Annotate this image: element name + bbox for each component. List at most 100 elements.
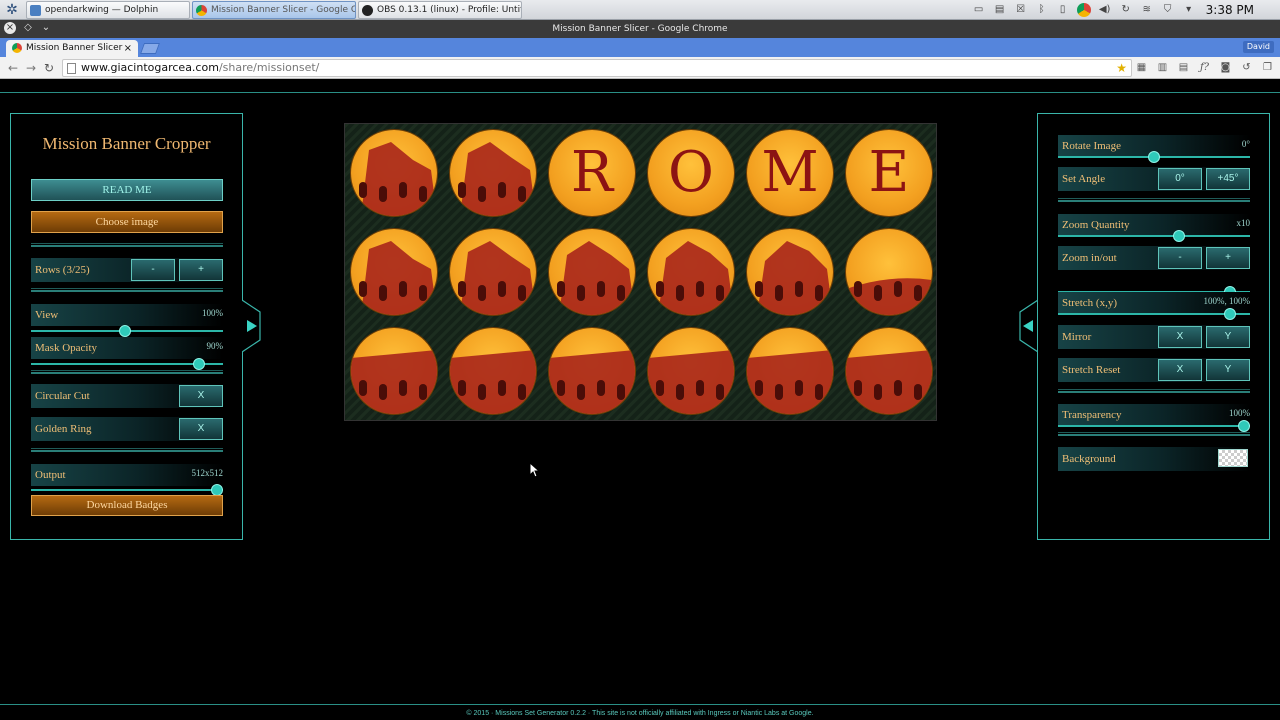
circular-cut-label: Circular Cut [35, 390, 90, 402]
rows-minus-button[interactable]: - [131, 259, 175, 281]
zoom-in-out-control: Zoom in/out - + [1058, 246, 1250, 270]
transparency-slider-knob[interactable] [1238, 420, 1250, 432]
zoom-in-out-label: Zoom in/out [1062, 252, 1117, 264]
golden-ring-control: Golden Ring X [31, 417, 223, 441]
task-dolphin[interactable]: opendarkwing — Dolphin [26, 1, 190, 19]
colosseum-image-icon [458, 241, 536, 315]
bluetooth-icon[interactable]: ᛒ [1035, 3, 1049, 17]
angle-0-button[interactable]: 0° [1158, 168, 1202, 190]
colosseum-image-icon [359, 142, 437, 216]
view-slider[interactable] [31, 325, 223, 337]
choose-image-button[interactable]: Choose image [31, 211, 223, 233]
extension-camera-icon[interactable]: ◙ [1218, 60, 1233, 75]
back-arrow-icon[interactable]: ← [6, 60, 20, 76]
left-control-panel: Mission Banner Cropper READ ME Choose im… [10, 113, 243, 540]
battery-icon[interactable]: ▯ [1056, 3, 1070, 17]
extension-font-icon[interactable]: ƒ? [1197, 60, 1212, 75]
mission-badge [747, 328, 833, 414]
mirror-control: Mirror X Y [1058, 325, 1250, 349]
zoom-out-button[interactable]: - [1158, 247, 1202, 269]
browser-toolbar: ← → ↻ www.giacintogarcea.com/share/missi… [0, 57, 1280, 79]
zoom-quantity-slider[interactable] [1058, 230, 1250, 242]
shield-icon[interactable]: ⛉ [1161, 3, 1175, 17]
read-me-button[interactable]: READ ME [31, 179, 223, 201]
stretch-reset-x-button[interactable]: X [1158, 359, 1202, 381]
colosseum-image-icon [351, 350, 437, 414]
extension-window-icon[interactable]: ❐ [1260, 60, 1275, 75]
wifi-icon[interactable]: ≋ [1140, 3, 1154, 17]
update-icon[interactable]: ↻ [1119, 3, 1133, 17]
transparency-value: 100% [1229, 408, 1250, 418]
browser-tab-active[interactable]: Mission Banner Slicer × [6, 40, 138, 57]
golden-ring-toggle[interactable]: X [179, 418, 223, 440]
stretch-y-slider-knob[interactable] [1223, 308, 1236, 320]
zoom-quantity-slider-knob[interactable] [1173, 230, 1186, 242]
transparency-slider-track [1058, 425, 1250, 427]
task-chrome[interactable]: Mission Banner Slicer - Google Cl [192, 1, 356, 19]
tab-close-icon[interactable]: × [124, 40, 132, 57]
mirror-y-button[interactable]: Y [1206, 326, 1250, 348]
mask-opacity-slider[interactable] [31, 358, 223, 370]
download-badges-button[interactable]: Download Badges [31, 495, 223, 516]
profile-button[interactable]: David [1242, 41, 1274, 53]
set-angle-label: Set Angle [1062, 173, 1106, 185]
chrome-tray-icon[interactable] [1076, 3, 1091, 17]
mission-badge [450, 328, 536, 414]
background-control: Background [1058, 447, 1250, 471]
rotate-image-slider[interactable] [1058, 151, 1250, 163]
extension-layers-icon[interactable]: ▤ [1176, 60, 1191, 75]
mission-badge: E [846, 130, 932, 216]
transparency-slider[interactable] [1058, 420, 1250, 432]
mask-opacity-slider-knob[interactable] [193, 358, 205, 370]
task-obs[interactable]: OBS 0.13.1 (linux) - Profile: Untitled [358, 1, 522, 19]
reload-icon[interactable]: ↻ [42, 60, 56, 76]
circular-cut-toggle[interactable]: X [179, 385, 223, 407]
view-label: View [35, 309, 59, 321]
rows-plus-button[interactable]: + [179, 259, 223, 281]
clock[interactable]: 3:38 PM [1206, 3, 1254, 17]
mission-badge [846, 229, 932, 315]
extension-pocket-icon[interactable]: ▥ [1155, 60, 1170, 75]
separator [1058, 389, 1250, 393]
zoom-in-button[interactable]: + [1206, 247, 1250, 269]
colosseum-image-icon [747, 350, 833, 414]
window-close-icon[interactable]: × [4, 22, 16, 34]
separator [1058, 432, 1250, 436]
tray-menu-chevron-icon[interactable]: ▾ [1182, 3, 1196, 17]
window-chevron-down-icon[interactable]: ⌄ [40, 22, 52, 34]
network-x-icon[interactable]: ☒ [1014, 3, 1028, 17]
page-footer: © 2015 · Missions Set Generator 0.2.2 · … [466, 710, 814, 717]
kde-launcher-icon[interactable]: ✲ [4, 2, 20, 18]
colosseum-image-icon [755, 241, 833, 315]
right-panel-collapse-tab[interactable] [1018, 298, 1038, 354]
colosseum-image-icon [549, 350, 635, 414]
task-chrome-label: Mission Banner Slicer - Google Cl [211, 5, 356, 15]
clipboard-icon[interactable]: ▤ [993, 3, 1007, 17]
new-tab-button[interactable] [139, 43, 161, 54]
bookmark-star-icon[interactable]: ★ [1116, 60, 1127, 76]
stretch-y-slider[interactable] [1058, 308, 1250, 320]
mirror-x-button[interactable]: X [1158, 326, 1202, 348]
extension-refresh-icon[interactable]: ↺ [1239, 60, 1254, 75]
volume-icon[interactable]: ◀) [1098, 3, 1112, 17]
os-taskbar: ✲ opendarkwing — Dolphin Mission Banner … [0, 0, 1280, 20]
address-bar[interactable]: www.giacintogarcea.com/share/missionset/… [62, 59, 1132, 77]
colosseum-image-icon [648, 350, 734, 414]
background-color-swatch[interactable] [1218, 449, 1248, 467]
window-menu-icon[interactable]: ◇ [22, 22, 34, 34]
mission-badge [747, 229, 833, 315]
forward-arrow-icon[interactable]: → [24, 60, 38, 76]
separator [1058, 198, 1250, 202]
background-label: Background [1062, 453, 1116, 465]
chrome-favicon-icon [12, 43, 22, 53]
stretch-reset-y-button[interactable]: Y [1206, 359, 1250, 381]
folder-icon [30, 5, 41, 16]
angle-plus45-button[interactable]: +45° [1206, 168, 1250, 190]
screen-icon[interactable]: ▭ [972, 3, 986, 17]
banner-canvas[interactable]: ROME [344, 123, 937, 421]
output-value: 512x512 [191, 468, 224, 478]
view-slider-knob[interactable] [119, 325, 132, 337]
extension-grid-icon[interactable]: ▦ [1134, 60, 1149, 75]
rotate-image-slider-knob[interactable] [1148, 151, 1160, 163]
left-panel-collapse-tab[interactable] [242, 298, 262, 354]
